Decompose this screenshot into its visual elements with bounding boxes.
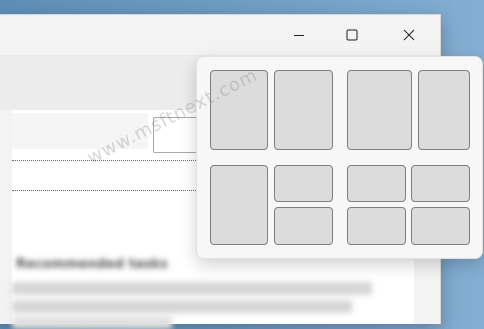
- text-field[interactable]: [12, 113, 148, 149]
- snap-layout-two-columns-even[interactable]: [210, 70, 334, 150]
- snap-zone-left[interactable]: [210, 165, 268, 245]
- blurred-text-line: [12, 282, 372, 295]
- close-icon: [403, 29, 415, 41]
- snap-layout-two-columns-wide-left[interactable]: [347, 70, 471, 150]
- snap-zone-right[interactable]: [418, 70, 470, 150]
- blurred-heading: Recommended tasks: [16, 256, 168, 272]
- snap-zone-top-right[interactable]: [411, 165, 470, 202]
- maximize-button[interactable]: [329, 15, 375, 55]
- snap-zone-left[interactable]: [210, 70, 268, 150]
- snap-layout-one-left-two-right[interactable]: [210, 165, 334, 245]
- close-button[interactable]: [386, 15, 432, 55]
- minimize-icon: [294, 35, 304, 36]
- minimize-button[interactable]: [276, 15, 322, 55]
- snap-zone-top-left[interactable]: [347, 165, 406, 202]
- blurred-text-line: [12, 300, 352, 313]
- snap-zone-bottom-right[interactable]: [274, 207, 333, 245]
- maximize-icon: [346, 29, 358, 41]
- snap-zone-bottom-right[interactable]: [411, 207, 470, 245]
- snap-zone-bottom-left[interactable]: [347, 207, 406, 245]
- snap-zone-right[interactable]: [274, 70, 333, 150]
- title-bar[interactable]: [0, 15, 440, 55]
- snap-zone-top-right[interactable]: [274, 165, 333, 202]
- snap-zone-left[interactable]: [347, 70, 412, 150]
- snap-layouts-flyout: [196, 56, 483, 259]
- snap-layout-four-quadrants[interactable]: [347, 165, 471, 245]
